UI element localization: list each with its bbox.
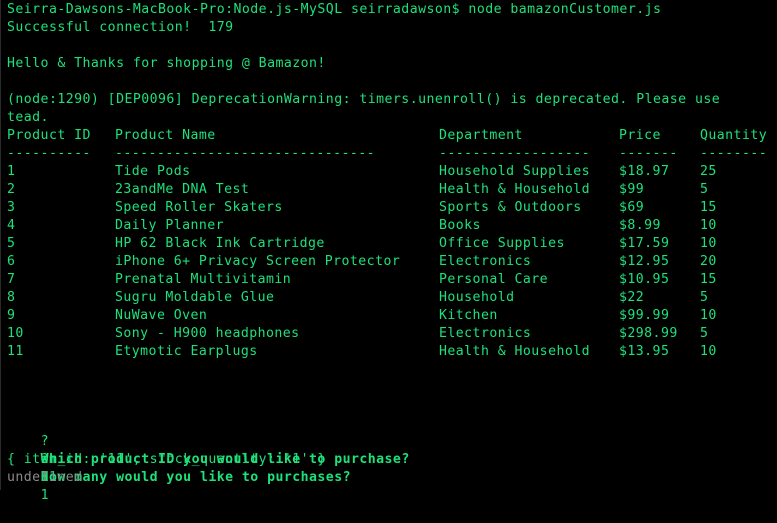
row-department: Electronics (439, 254, 532, 269)
row-product-id: 10 (7, 326, 24, 341)
row-quantity: 5 (700, 182, 709, 197)
row-product-id: 5 (7, 236, 16, 251)
row-department: Health & Household (439, 182, 591, 197)
purchase-object-line: { item_id: '11', stock_quantity: '1' } (7, 452, 326, 467)
row-price: $13.95 (619, 344, 670, 359)
row-product-name: NuWave Oven (115, 308, 208, 323)
row-product-id: 3 (7, 200, 16, 215)
row-product-id: 6 (7, 254, 16, 269)
table-row: 8 Sugru Moldable Glue Household $22 5 (7, 289, 708, 307)
row-product-name: Tide Pods (115, 164, 191, 179)
row-product-name: Speed Roller Skaters (115, 200, 283, 215)
row-product-name: Sony - H900 headphones (115, 326, 300, 341)
table-row: 2 23andMe DNA Test Health & Household $9… (7, 181, 708, 199)
row-product-name: 23andMe DNA Test (115, 182, 250, 197)
table-row: 7 Prenatal Multivitamin Personal Care $1… (7, 271, 716, 289)
row-price: $18.97 (619, 164, 670, 179)
deprecation-warning-continuation: tead. (7, 110, 49, 125)
row-department: Household (439, 290, 515, 305)
row-quantity: 10 (700, 308, 717, 323)
table-header-row: Product ID Product Name Department Price… (7, 127, 767, 145)
row-price: $298.99 (619, 326, 678, 341)
table-row: 5 HP 62 Black Ink Cartridge Office Suppl… (7, 235, 716, 253)
quantity-answer[interactable]: 1 (41, 488, 49, 503)
separator-product-name: ------------------------------- (115, 146, 376, 161)
row-product-id: 4 (7, 218, 16, 233)
row-department: Electronics (439, 326, 532, 341)
row-product-name: iPhone 6+ Privacy Screen Protector (115, 254, 401, 269)
row-price: $12.95 (619, 254, 670, 269)
row-department: Office Supplies (439, 236, 565, 251)
separator-department: ------------------ (439, 146, 591, 161)
separator-price: ------- (619, 146, 678, 161)
table-separator-row: ---------- -----------------------------… (7, 145, 767, 163)
product-id-question-line: ? Which product ID you would like to pur… (7, 415, 410, 485)
command-prompt-line: Seirra-Dawsons-MacBook-Pro:Node.js-MySQL… (7, 2, 662, 17)
row-quantity: 5 (700, 290, 709, 305)
row-price: $10.95 (619, 272, 670, 287)
row-department: Personal Care (439, 272, 549, 287)
connection-status-line: Successful connection! 179 (7, 20, 234, 35)
row-quantity: 20 (700, 254, 717, 269)
greeting-line: Hello & Thanks for shopping @ Bamazon! (7, 56, 326, 71)
table-row: 11 Etymotic Earplugs Health & Household … (7, 343, 716, 361)
table-row: 4 Daily Planner Books $8.99 10 (7, 217, 716, 235)
row-product-name: Sugru Moldable Glue (115, 290, 275, 305)
row-price: $22 (619, 290, 645, 305)
row-product-id: 9 (7, 308, 16, 323)
row-quantity: 10 (700, 344, 717, 359)
quantity-question: How many would you like to purchases? (40, 470, 351, 485)
row-product-name: Daily Planner (115, 218, 225, 233)
row-price: $17.59 (619, 236, 670, 251)
row-quantity: 5 (700, 326, 709, 341)
row-product-id: 2 (7, 182, 16, 197)
undefined-output-line: undefined (7, 470, 83, 485)
row-price: $99.99 (619, 308, 670, 323)
table-row: 10 Sony - H900 headphones Electronics $2… (7, 325, 708, 343)
row-product-id: 8 (7, 290, 16, 305)
table-row: 9 NuWave Oven Kitchen $99.99 10 (7, 307, 716, 325)
row-price: $99 (619, 182, 645, 197)
row-product-id: 7 (7, 272, 16, 287)
row-product-id: 1 (7, 164, 16, 179)
row-quantity: 10 (700, 218, 717, 233)
row-department: Books (439, 218, 481, 233)
header-department: Department (439, 128, 523, 143)
row-product-id: 11 (7, 344, 24, 359)
row-quantity: 25 (700, 164, 717, 179)
header-quantity: Quantity (700, 128, 768, 143)
header-price: Price (619, 128, 661, 143)
row-department: Household Supplies (439, 164, 591, 179)
quantity-question-line: ? How many would you like to purchases? … (7, 433, 351, 503)
table-row: 1 Tide Pods Household Supplies $18.97 25 (7, 163, 716, 181)
header-product-name: Product Name (115, 128, 216, 143)
row-quantity: 15 (700, 272, 717, 287)
row-product-name: Prenatal Multivitamin (115, 272, 292, 287)
table-row: 6 iPhone 6+ Privacy Screen Protector Ele… (7, 253, 716, 271)
row-product-name: Etymotic Earplugs (115, 344, 258, 359)
table-row: 3 Speed Roller Skaters Sports & Outdoors… (7, 199, 716, 217)
row-product-name: HP 62 Black Ink Cartridge (115, 236, 325, 251)
terminal-window[interactable]: Seirra-Dawsons-MacBook-Pro:Node.js-MySQL… (0, 0, 777, 503)
header-product-id: Product ID (7, 128, 91, 143)
separator-product-id: ---------- (7, 146, 91, 161)
deprecation-warning-line: (node:1290) [DEP0096] DeprecationWarning… (7, 92, 721, 107)
separator-quantity: -------- (700, 146, 768, 161)
row-department: Sports & Outdoors (439, 200, 582, 215)
row-quantity: 15 (700, 200, 717, 215)
row-quantity: 10 (700, 236, 717, 251)
row-department: Kitchen (439, 308, 498, 323)
row-price: $8.99 (619, 218, 661, 233)
row-price: $69 (619, 200, 645, 215)
row-department: Health & Household (439, 344, 591, 359)
